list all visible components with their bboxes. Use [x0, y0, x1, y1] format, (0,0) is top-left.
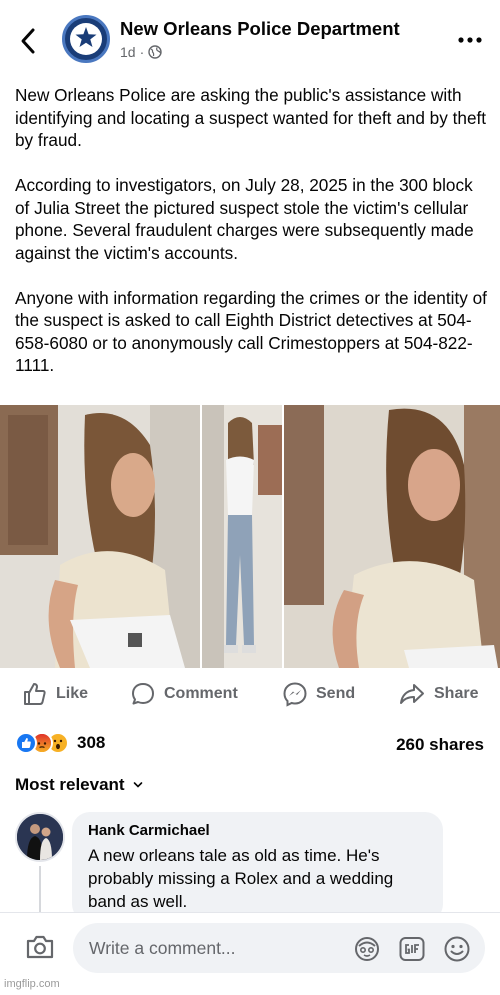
- send-label: Send: [316, 685, 356, 702]
- post-actions: Like Comment Send Share: [0, 676, 500, 712]
- like-reaction-icon: [15, 732, 37, 754]
- post-photos: [0, 405, 500, 668]
- commenter-avatar[interactable]: [15, 812, 65, 862]
- smiley-icon: [444, 936, 470, 962]
- share-count[interactable]: 260 shares: [396, 735, 484, 755]
- more-dots-icon: [458, 37, 482, 43]
- star-badge-icon: [75, 27, 97, 47]
- reactions-summary[interactable]: 308: [15, 732, 105, 754]
- post-header: New Orleans Police Department 1d ·: [0, 0, 500, 78]
- suspect-photo-1[interactable]: [0, 405, 200, 668]
- chevron-left-icon: [21, 28, 35, 54]
- share-arrow-icon: [400, 684, 424, 704]
- chevron-down-icon: [133, 782, 142, 788]
- comment-text: A new orleans tale as old as time. He's …: [88, 846, 394, 911]
- send-button[interactable]: Send: [282, 676, 355, 712]
- page-name[interactable]: New Orleans Police Department: [120, 18, 400, 40]
- more-options-button[interactable]: [452, 26, 488, 54]
- avatar-sticker-button[interactable]: [353, 935, 381, 963]
- like-label: Like: [56, 685, 89, 702]
- commenter-avatar-image: [17, 814, 63, 860]
- globe-icon: [148, 45, 162, 59]
- messenger-icon: [283, 682, 307, 707]
- post-paragraph: According to investigators, on July 28, …: [15, 175, 474, 263]
- comment-bubble[interactable]: Hank Carmichael A new orleans tale as ol…: [72, 812, 443, 922]
- reaction-count: 308: [77, 733, 106, 752]
- post-meta: 1d ·: [120, 44, 162, 60]
- post-stats: 308 260 shares: [0, 728, 500, 758]
- avatar-sticker-icon: [355, 937, 379, 961]
- page-avatar[interactable]: [62, 15, 110, 63]
- gif-icon: [399, 937, 425, 961]
- suspect-photo-3-image: [284, 405, 500, 668]
- comment-button[interactable]: Comment: [130, 676, 238, 712]
- camera-button[interactable]: [24, 932, 56, 967]
- like-button[interactable]: Like: [22, 676, 88, 712]
- camera-icon: [26, 935, 54, 959]
- post-paragraph: Anyone with information regarding the cr…: [15, 287, 487, 376]
- comment-author[interactable]: Hank Carmichael: [88, 822, 427, 839]
- watermark: imgflip.com: [4, 978, 60, 990]
- suspect-photo-1-image: [0, 405, 200, 668]
- comment-sort-dropdown[interactable]: Most relevant: [15, 775, 143, 795]
- back-button[interactable]: [14, 24, 44, 58]
- share-label: Share: [434, 685, 479, 702]
- comment-composer: [0, 912, 500, 982]
- suspect-photo-2-image: [202, 405, 282, 668]
- thumbs-up-icon: [24, 683, 46, 705]
- emoji-button[interactable]: [443, 935, 471, 963]
- sort-label: Most relevant: [15, 775, 125, 794]
- post-time[interactable]: 1d: [120, 44, 136, 60]
- suspect-photo-3[interactable]: [284, 405, 500, 668]
- post-body: New Orleans Police are asking the public…: [15, 84, 490, 399]
- gif-button[interactable]: [398, 935, 426, 963]
- comment-bubble-icon: [132, 683, 154, 705]
- meta-separator: ·: [139, 44, 145, 60]
- post-paragraph: New Orleans Police are asking the public…: [15, 85, 487, 150]
- suspect-photo-2[interactable]: [202, 405, 282, 668]
- share-button[interactable]: Share: [398, 676, 478, 712]
- comment-label: Comment: [164, 685, 238, 702]
